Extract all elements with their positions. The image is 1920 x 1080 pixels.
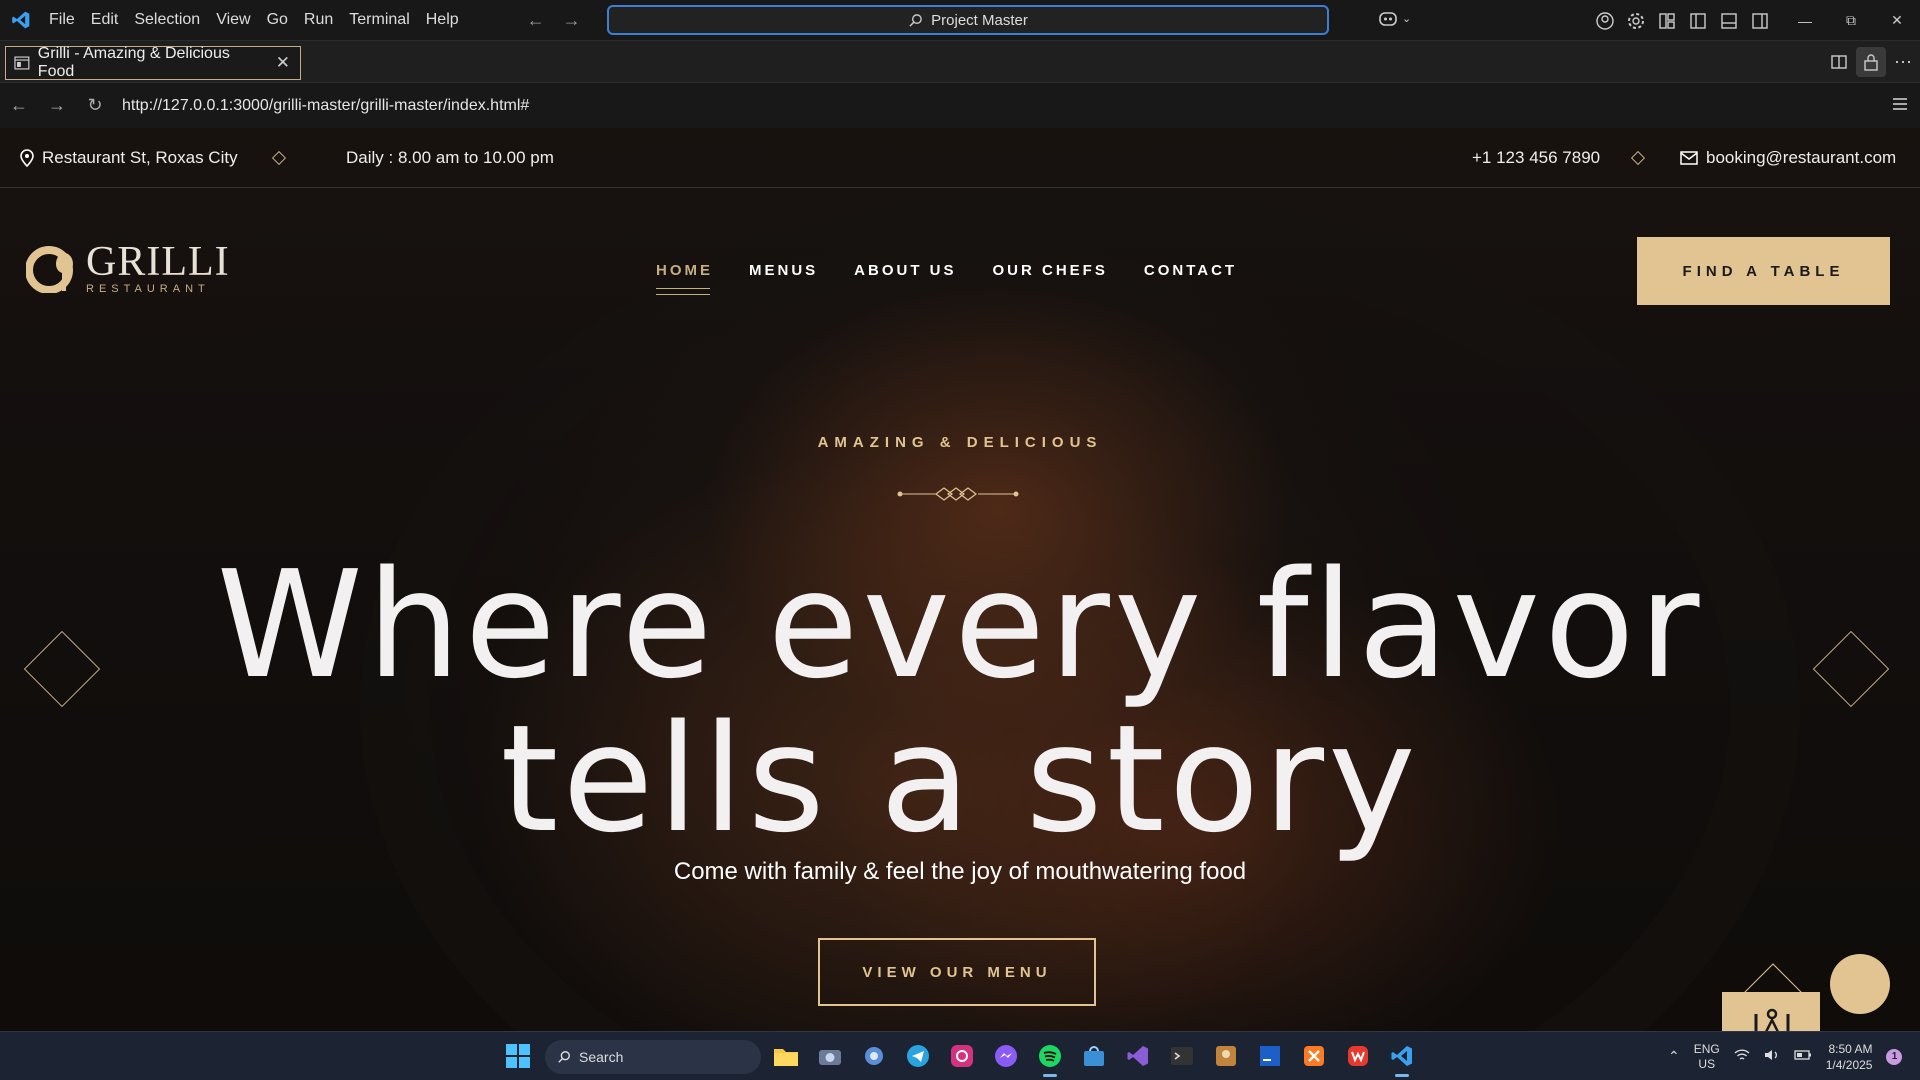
taskbar-search[interactable]: Search	[545, 1040, 761, 1074]
command-center-label: Project Master	[931, 11, 1028, 29]
wps-office-icon[interactable]	[1343, 1041, 1373, 1071]
clock-date: 1/4/2025	[1825, 1057, 1873, 1072]
restore-icon[interactable]: ⧉	[1828, 0, 1874, 41]
tab-actions: ⋯	[1824, 41, 1920, 83]
windows-start-icon[interactable]	[505, 1043, 531, 1069]
customize-layout-icon[interactable]	[1658, 12, 1676, 30]
vscode-icon[interactable]	[1387, 1041, 1417, 1077]
windows-taskbar: Search ⌃ ENG US 8:50 AM 1/4/2025 1	[0, 1031, 1920, 1080]
hero-headline-line-2: tells a story	[500, 693, 1420, 865]
lock-icon[interactable]	[1856, 47, 1886, 77]
chevron-up-icon[interactable]: ⌃	[1668, 1048, 1680, 1065]
gear-icon[interactable]	[1627, 12, 1645, 30]
website-viewport: Restaurant St, Roxas City Daily : 8.00 a…	[0, 128, 1920, 1031]
toggle-panel-icon[interactable]	[1720, 12, 1738, 30]
copilot-icon	[1379, 12, 1397, 26]
search-icon	[909, 13, 922, 27]
messenger-icon[interactable]	[991, 1041, 1021, 1071]
menu-help[interactable]: Help	[418, 11, 467, 29]
forward-arrow-icon[interactable]: →	[563, 10, 581, 31]
instagram-icon[interactable]	[947, 1041, 977, 1071]
browser-preview-icon	[14, 56, 30, 70]
menu-go[interactable]: Go	[259, 11, 296, 29]
hero-section: AMAZING & DELICIOUS Where every flavor t…	[0, 128, 1920, 1031]
tab-label: Grilli - Amazing & Delicious Food	[37, 45, 230, 80]
search-icon	[558, 1051, 570, 1063]
history-nav: ← →	[527, 10, 581, 31]
taskbar-search-label: Search	[579, 1049, 624, 1065]
more-actions-icon[interactable]: ⋯	[1888, 47, 1918, 77]
browser-back-icon[interactable]: ←	[0, 95, 38, 116]
copilot-button[interactable]: ⌄	[1378, 9, 1411, 27]
language-code: ENG	[1693, 1041, 1720, 1056]
minimize-icon[interactable]: —	[1782, 0, 1828, 41]
title-bar: File Edit Selection View Go Run Terminal…	[0, 0, 1920, 41]
menu-view[interactable]: View	[208, 11, 258, 29]
xampp-icon[interactable]	[1299, 1041, 1329, 1071]
visual-studio-icon[interactable]	[1123, 1041, 1153, 1071]
editor-tab-bar: Grilli - Amazing & Delicious Food ✕ ⋯	[0, 41, 1920, 83]
battery-icon[interactable]	[1794, 1049, 1812, 1064]
chevron-down-icon: ⌄	[1402, 12, 1412, 25]
ornament-separator-icon	[897, 487, 1019, 501]
command-center[interactable]: Project Master	[607, 5, 1329, 35]
camera-icon[interactable]	[815, 1041, 845, 1071]
notification-badge[interactable]: 1	[1886, 1048, 1903, 1065]
file-explorer-icon[interactable]	[771, 1041, 801, 1071]
taskbar-apps	[771, 1041, 1417, 1077]
wifi-icon[interactable]	[1734, 1048, 1750, 1065]
language-indicator[interactable]: ENG US	[1694, 1042, 1720, 1072]
volume-icon[interactable]	[1764, 1048, 1780, 1065]
telegram-icon[interactable]	[903, 1041, 933, 1071]
reload-icon[interactable]: ↻	[76, 95, 114, 116]
system-tray: ⌃ ENG US 8:50 AM 1/4/2025 1	[1668, 1032, 1903, 1080]
layout-controls	[1596, 0, 1769, 41]
menu-terminal[interactable]: Terminal	[341, 11, 417, 29]
menu-run[interactable]: Run	[296, 11, 341, 29]
menu-bar: File Edit Selection View Go Run Terminal…	[41, 0, 467, 41]
view-our-menu-button[interactable]: VIEW OUR MENU	[818, 938, 1096, 1006]
hero-headline: Where every flavor tells a story	[0, 548, 1920, 856]
browser-forward-icon[interactable]: →	[38, 95, 76, 116]
browser-address-bar: ← → ↻ http://127.0.0.1:3000/grilli-maste…	[0, 83, 1920, 128]
terminal-icon[interactable]	[1167, 1041, 1197, 1071]
store-icon[interactable]	[1079, 1041, 1109, 1071]
region-code: US	[1698, 1056, 1716, 1071]
clock[interactable]: 8:50 AM 1/4/2025	[1826, 1041, 1873, 1073]
hero-eyebrow: AMAZING & DELICIOUS	[817, 434, 1103, 451]
clock-time: 8:50 AM	[1828, 1041, 1873, 1056]
menu-edit[interactable]: Edit	[83, 11, 127, 29]
spotify-icon[interactable]	[1035, 1041, 1065, 1077]
menu-file[interactable]: File	[41, 11, 83, 29]
hero-subtitle: Come with family & feel the joy of mouth…	[673, 858, 1247, 885]
back-arrow-icon[interactable]: ←	[527, 10, 545, 31]
hero-headline-line-1: Where every flavor	[216, 539, 1704, 711]
back-to-top-button[interactable]	[1830, 954, 1890, 1014]
account-icon[interactable]	[1596, 11, 1614, 30]
tab-simple-browser[interactable]: Grilli - Amazing & Delicious Food ✕	[5, 45, 301, 80]
vscode-logo-icon	[0, 0, 41, 41]
settings-icon[interactable]	[859, 1041, 889, 1071]
window-controls: — ⧉ ✕	[1782, 0, 1920, 41]
close-icon[interactable]: ✕	[1874, 0, 1920, 41]
cutlery-icon	[1754, 1008, 1790, 1031]
ide-icon[interactable]	[1255, 1041, 1285, 1071]
tab-close-icon[interactable]: ✕	[276, 53, 290, 73]
url-input[interactable]: http://127.0.0.1:3000/grilli-master/gril…	[122, 97, 529, 115]
game-icon[interactable]	[1211, 1041, 1241, 1071]
book-table-badge[interactable]	[1722, 992, 1820, 1031]
split-editor-icon[interactable]	[1824, 47, 1854, 77]
toggle-sidebar-icon[interactable]	[1689, 12, 1707, 30]
hamburger-menu-icon[interactable]	[1892, 97, 1908, 116]
toggle-secondary-sidebar-icon[interactable]	[1751, 12, 1769, 30]
menu-selection[interactable]: Selection	[126, 11, 208, 29]
